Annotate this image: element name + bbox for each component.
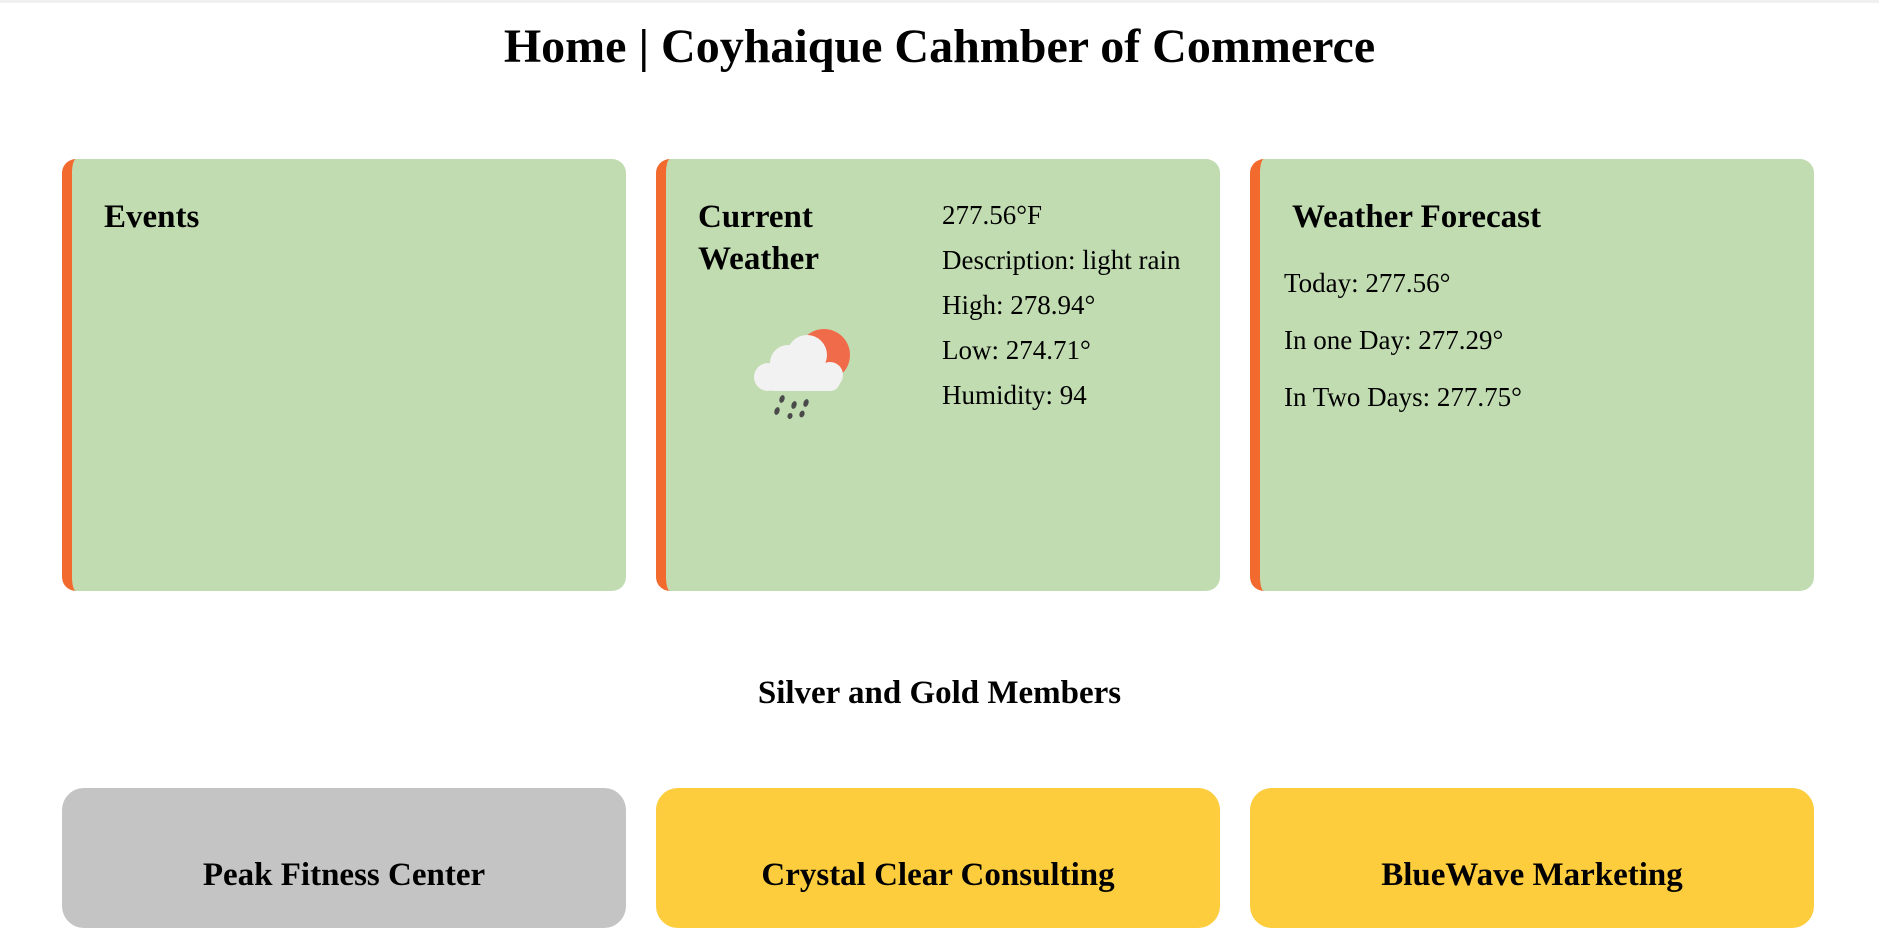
forecast-one-day: In one Day: 277.29° — [1284, 325, 1504, 355]
member-card-gold: Crystal Clear Consulting — [656, 788, 1220, 928]
current-weather-heading: Current Weather — [698, 199, 819, 277]
top-border — [0, 0, 1879, 3]
weather-forecast-card: Weather Forecast Today: 277.56° In one D… — [1250, 159, 1814, 591]
forecast-two-days: In Two Days: 277.75° — [1284, 382, 1522, 412]
member-card-gold: BlueWave Marketing — [1250, 788, 1814, 928]
forecast-today: Today: 277.56° — [1284, 268, 1451, 298]
members-heading: Silver and Gold Members — [757, 675, 1122, 711]
weather-details: 277.56°F Description: light rain High: 2… — [942, 199, 1192, 424]
member-card-silver: Peak Fitness Center — [62, 788, 626, 928]
weather-description: Description: light rain — [942, 245, 1181, 275]
light-rain-cloud-sun-icon — [754, 329, 850, 419]
weather-forecast-heading: Weather Forecast — [1292, 199, 1541, 235]
member-name: Peak Fitness Center — [202, 857, 486, 893]
current-temperature: 277.56°F — [942, 200, 1043, 230]
events-heading: Events — [104, 199, 200, 235]
current-weather-card: Current Weather 277.56°F Description: li… — [656, 159, 1220, 591]
forecast-list: Today: 277.56° In one Day: 277.29° In Tw… — [1284, 267, 1522, 438]
page-title: Home | Coyhaique Cahmber of Commerce — [503, 20, 1376, 73]
events-card: Events — [62, 159, 626, 591]
weather-high: High: 278.94° — [942, 290, 1096, 320]
weather-humidity: Humidity: 94 — [942, 380, 1087, 410]
member-name: Crystal Clear Consulting — [761, 857, 1115, 893]
weather-low: Low: 274.71° — [942, 335, 1091, 365]
member-name: BlueWave Marketing — [1381, 857, 1683, 893]
